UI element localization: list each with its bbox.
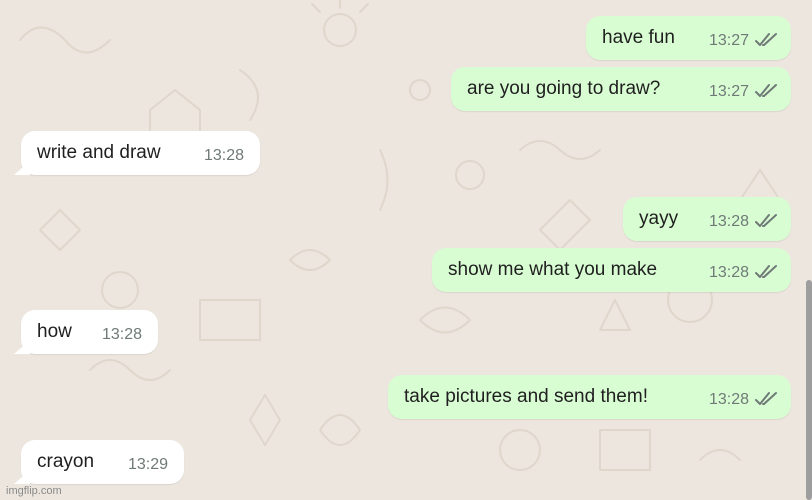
message-bubble-outgoing[interactable]: yayy 13:28 (623, 197, 791, 241)
chat-area[interactable]: have fun 13:27 are you going to draw? 13… (0, 0, 812, 500)
message-bubble-outgoing[interactable]: show me what you make 13:28 (432, 248, 791, 292)
message-text: how (37, 321, 72, 342)
message-timestamp: 13:28 (708, 213, 749, 230)
double-check-read-icon (755, 265, 777, 278)
double-check-read-icon (755, 84, 777, 97)
message-text: take pictures and send them! (404, 386, 648, 407)
message-text: have fun (602, 27, 675, 48)
message-bubble-incoming[interactable]: write and draw 13:28 (21, 131, 260, 175)
double-check-read-icon (755, 392, 777, 405)
message-timestamp: 13:28 (708, 264, 749, 281)
message-text: yayy (639, 208, 679, 229)
message-bubble-incoming[interactable]: how 13:28 (21, 310, 158, 354)
message-timestamp: 13:28 (708, 391, 749, 408)
double-check-read-icon (755, 214, 777, 227)
message-timestamp: 13:28 (203, 147, 244, 164)
double-check-read-icon (755, 33, 777, 46)
message-bubble-outgoing[interactable]: have fun 13:27 (586, 16, 791, 60)
message-bubble-outgoing[interactable]: take pictures and send them! 13:28 (388, 375, 791, 419)
message-text: write and draw (37, 142, 161, 163)
message-timestamp: 13:27 (708, 32, 749, 49)
message-text: are you going to draw? (467, 78, 661, 99)
message-timestamp: 13:28 (101, 326, 142, 343)
message-text: crayon (37, 451, 95, 472)
vertical-scrollbar[interactable] (806, 280, 812, 500)
message-text: show me what you make (448, 259, 658, 280)
message-bubble-outgoing[interactable]: are you going to draw? 13:27 (451, 67, 791, 111)
message-bubble-incoming[interactable]: crayon 13:29 (21, 440, 184, 484)
message-timestamp: 13:27 (708, 83, 749, 100)
message-timestamp: 13:29 (127, 456, 168, 473)
watermark: imgflip.com (6, 485, 62, 497)
